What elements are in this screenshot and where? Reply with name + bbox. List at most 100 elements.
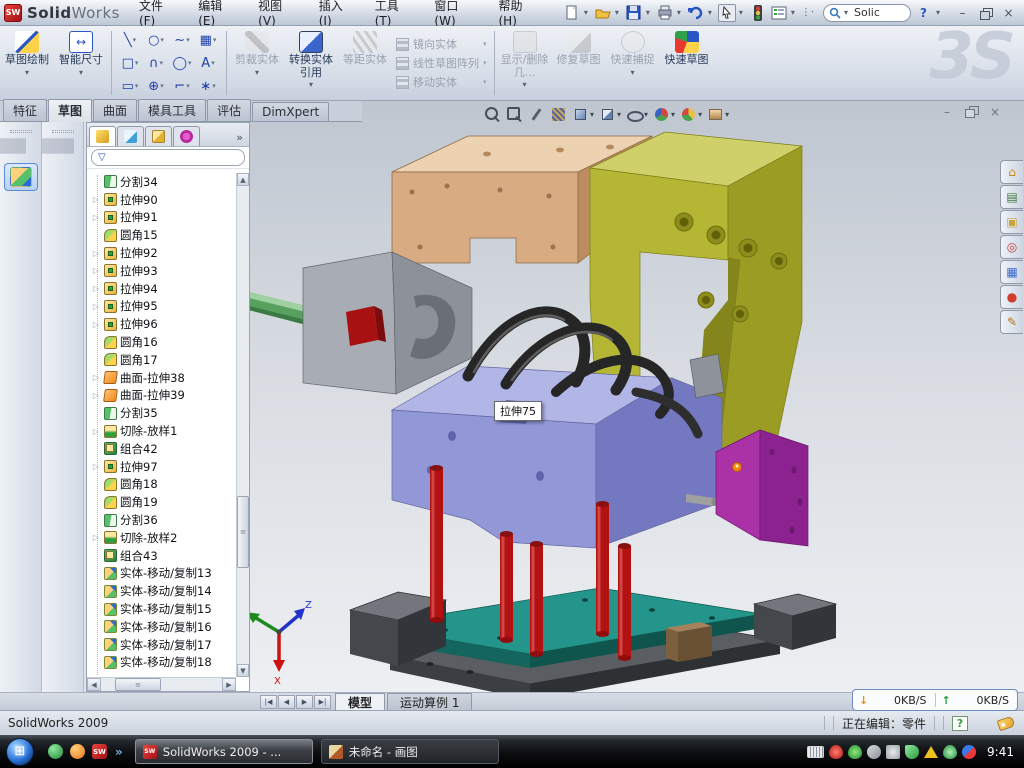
search-caret[interactable]: ▾	[844, 8, 851, 17]
toolbar-icon[interactable]	[24, 138, 26, 154]
expand-arrow-icon[interactable]: ▷	[91, 391, 101, 400]
close-button[interactable]: ×	[999, 5, 1018, 21]
feature-tree-item[interactable]: ▷ 拉伸97	[91, 458, 236, 476]
configurationmanager-tab[interactable]	[145, 126, 172, 146]
slide-core-part[interactable]	[303, 252, 472, 394]
options-caret[interactable]: ▾	[791, 8, 798, 17]
print-caret[interactable]: ▾	[677, 8, 684, 17]
view-tool-button[interactable]	[484, 106, 501, 123]
sketch-tool-button[interactable]: ∩▾	[149, 56, 163, 71]
options-icon[interactable]	[770, 4, 788, 22]
expand-arrow-icon[interactable]: ▷	[91, 427, 101, 436]
scrollbar-thumb[interactable]: ≡	[115, 678, 161, 691]
undo-caret[interactable]: ▾	[708, 8, 715, 17]
feature-tree-item[interactable]: 组合43	[91, 547, 236, 565]
right-rail-part[interactable]	[754, 594, 836, 650]
quick-launch-icon[interactable]: SW	[92, 744, 107, 759]
feature-tree-item[interactable]: ▷ 曲面-拉伸39	[91, 387, 236, 405]
filter-input[interactable]: ▽	[91, 149, 245, 166]
feature-tree-item[interactable]: 组合42	[91, 440, 236, 458]
save-icon[interactable]	[625, 4, 643, 22]
print-icon[interactable]	[656, 4, 674, 22]
start-button[interactable]: ⊞	[6, 738, 34, 766]
command-button[interactable]: 修复草图	[552, 26, 606, 100]
task-pane-tab[interactable]: ▦	[1000, 260, 1023, 284]
command-button-small[interactable]: 镜向实体 ▾	[396, 36, 487, 52]
tab-nav-button[interactable]: ▶|	[314, 695, 331, 709]
insert-block-part[interactable]	[716, 430, 808, 546]
new-caret[interactable]: ▾	[584, 8, 591, 17]
expand-arrow-icon[interactable]: ▷	[91, 195, 101, 204]
panel-overflow-button[interactable]: »	[232, 131, 247, 146]
sketch-tool-button[interactable]: ⌐▾	[174, 79, 189, 94]
feature-tree-item[interactable]: ▷ 拉伸92	[91, 244, 236, 262]
doc-restore-button[interactable]	[962, 104, 980, 119]
feature-tree-item[interactable]: 圆角15	[91, 226, 236, 244]
feature-tree-item[interactable]: ▷ 拉伸93	[91, 262, 236, 280]
toolbar-more-glyph[interactable]: ⋮⋅	[801, 7, 814, 18]
sketch-tool-button[interactable]: □▾	[122, 56, 139, 71]
brown-block-part[interactable]	[666, 622, 712, 662]
view-tool-button[interactable]	[680, 106, 702, 123]
tab-nav-button[interactable]: ▶	[296, 695, 313, 709]
task-pane-tab[interactable]: ◎	[1000, 235, 1023, 259]
task-pane-tab[interactable]: ●	[1000, 285, 1023, 309]
scroll-down-icon[interactable]: ▼	[237, 664, 249, 677]
feature-tree-item[interactable]: 分割34	[91, 173, 236, 191]
feature-tree-item[interactable]: 圆角19	[91, 493, 236, 511]
document-tab[interactable]: 模型	[335, 693, 385, 710]
document-tab[interactable]: 运动算例 1	[387, 693, 472, 710]
feature-tree-item[interactable]: ▷ 拉伸95	[91, 298, 236, 316]
doc-close-button[interactable]: ×	[986, 104, 1004, 119]
feature-tree-item[interactable]: ▷ 拉伸94	[91, 280, 236, 298]
tree-horizontal-scrollbar[interactable]: ◀ ≡ ▶	[87, 677, 236, 691]
doc-minimize-button[interactable]: –	[938, 104, 956, 119]
tray-security-icon[interactable]	[829, 745, 843, 759]
toolbar-grip[interactable]	[52, 130, 74, 133]
feature-tree-item[interactable]: 圆角18	[91, 476, 236, 494]
view-tool-button[interactable]	[550, 106, 567, 123]
view-tool-button[interactable]	[707, 106, 729, 123]
view-tool-button[interactable]	[626, 106, 648, 123]
ribbon-tab[interactable]: 模具工具	[138, 99, 206, 121]
quick-tips-button[interactable]: ?	[952, 716, 968, 731]
scroll-left-icon[interactable]: ◀	[87, 678, 101, 691]
feature-tree-item[interactable]: ▷ 拉伸96	[91, 315, 236, 333]
feature-tree-item[interactable]: 实体-移动/复制16	[91, 618, 236, 636]
toolbar-grip[interactable]	[10, 130, 32, 133]
expand-arrow-icon[interactable]: ▷	[91, 213, 101, 222]
sketch-tool-button[interactable]: ∗▾	[200, 79, 215, 94]
save-caret[interactable]: ▾	[646, 8, 653, 17]
sketch-tool-button[interactable]: ∼▾	[174, 33, 189, 48]
feature-tree-item[interactable]: ▷ 切除-放样2	[91, 529, 236, 547]
feature-tree-item[interactable]: 分割35	[91, 404, 236, 422]
feature-tree-item[interactable]: ▷ 拉伸91	[91, 209, 236, 227]
expand-arrow-icon[interactable]: ▷	[91, 462, 101, 471]
tray-messenger-icon[interactable]	[905, 745, 919, 759]
open-file-icon[interactable]	[594, 4, 612, 22]
sketch-tool-button[interactable]: ╲▾	[124, 33, 136, 48]
tray-network-warning-icon[interactable]	[924, 746, 938, 758]
selected-tool-button[interactable]	[4, 163, 38, 191]
search-input[interactable]: Solic	[854, 6, 880, 19]
task-pane-tab[interactable]: ⌂	[1000, 160, 1023, 184]
expand-arrow-icon[interactable]: ▷	[91, 373, 101, 382]
quick-launch-icon[interactable]	[48, 744, 63, 759]
tray-volume-icon[interactable]	[886, 745, 900, 759]
command-button-small[interactable]: 线性草图阵列 ▾	[396, 55, 487, 71]
select-caret[interactable]: ▾	[739, 8, 746, 17]
sketch-tool-button[interactable]: ▭▾	[122, 79, 139, 94]
feature-tree-item[interactable]: 实体-移动/复制17	[91, 636, 236, 654]
expand-arrow-icon[interactable]: ▷	[91, 533, 101, 542]
propertymanager-tab[interactable]	[117, 126, 144, 146]
command-button[interactable]: 快速捕捉 ▾	[606, 26, 660, 100]
feature-tree-item[interactable]: 实体-移动/复制15	[91, 600, 236, 618]
command-button[interactable]: 等距实体	[338, 26, 392, 100]
command-button[interactable]: 快速草图	[660, 26, 714, 100]
sketch-tool-button[interactable]: A▾	[201, 56, 214, 71]
tab-nav-button[interactable]: ◀	[278, 695, 295, 709]
featuremanager-tab[interactable]	[89, 126, 116, 146]
tag-icon[interactable]	[997, 715, 1016, 730]
tray-antivirus-icon[interactable]	[848, 745, 862, 759]
view-tool-button[interactable]	[528, 106, 545, 123]
